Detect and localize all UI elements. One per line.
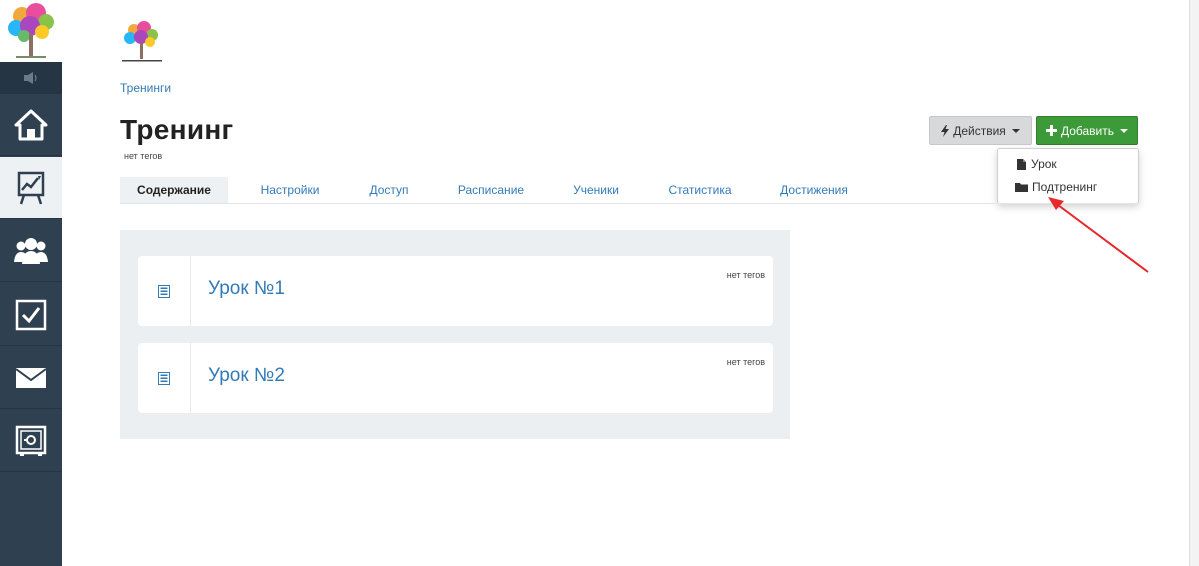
bolt-icon [941,124,950,137]
sidebar-item-users[interactable] [0,220,62,282]
header-logo-icon [120,18,164,63]
users-icon [14,237,48,264]
tab-achievements[interactable]: Достижения [772,177,856,203]
tab-settings[interactable]: Настройки [248,177,332,203]
sidebar-item-messages[interactable] [0,347,62,409]
speaker-icon [24,72,37,84]
page-tags: нет тегов [124,151,163,161]
lesson-icon-box [138,343,191,413]
actions-button[interactable]: Действия [929,116,1032,145]
right-scroll-edge [1189,0,1199,566]
tab-schedule[interactable]: Расписание [448,177,534,203]
sidebar-item-trainings[interactable] [0,157,62,219]
add-button-label: Добавить [1060,123,1115,138]
sidebar-item-safe[interactable] [0,410,62,472]
chevron-down-icon [1011,128,1020,133]
page-title: Тренинг [120,114,234,145]
lessons-panel: Урок №1 нет тегов Урок №2 нет тегов [120,230,790,439]
lesson-tags: нет тегов [726,270,765,280]
chevron-down-icon [1120,128,1129,133]
breadcrumb-trainings[interactable]: Тренинги [120,81,171,95]
lesson-card[interactable]: Урок №2 нет тегов [138,343,773,413]
logo-tree-icon[interactable] [0,0,62,62]
lesson-tags: нет тегов [726,357,765,367]
sidebar [0,0,62,566]
file-icon [1017,158,1026,170]
add-button[interactable]: Добавить [1036,116,1138,145]
annotation-arrow-icon [1048,197,1149,273]
tab-access[interactable]: Доступ [360,177,418,203]
checkbox-icon [15,299,47,330]
lesson-title[interactable]: Урок №2 [208,365,285,387]
actions-button-label: Действия [953,123,1006,138]
lesson-card[interactable]: Урок №1 нет тегов [138,256,773,326]
lesson-list-icon [158,371,170,385]
envelope-icon [15,367,47,388]
home-icon [14,109,48,140]
tab-students[interactable]: Ученики [564,177,628,203]
lesson-title[interactable]: Урок №1 [208,278,285,300]
lesson-list-icon [158,284,170,298]
tab-content[interactable]: Содержание [120,177,228,203]
sound-toggle[interactable] [0,62,62,94]
sidebar-item-home[interactable] [0,94,62,156]
tabs-bar: Содержание Настройки Доступ Расписание У… [120,177,1138,204]
chart-board-icon [17,171,45,204]
lesson-icon-box [138,256,191,326]
menu-item-lesson[interactable]: Урок [998,153,1138,175]
tab-statistics[interactable]: Статистика [660,177,740,203]
menu-item-lesson-label: Урок [1031,157,1057,171]
plus-icon [1045,125,1057,136]
safe-icon [15,425,47,456]
sidebar-item-tasks[interactable] [0,284,62,346]
